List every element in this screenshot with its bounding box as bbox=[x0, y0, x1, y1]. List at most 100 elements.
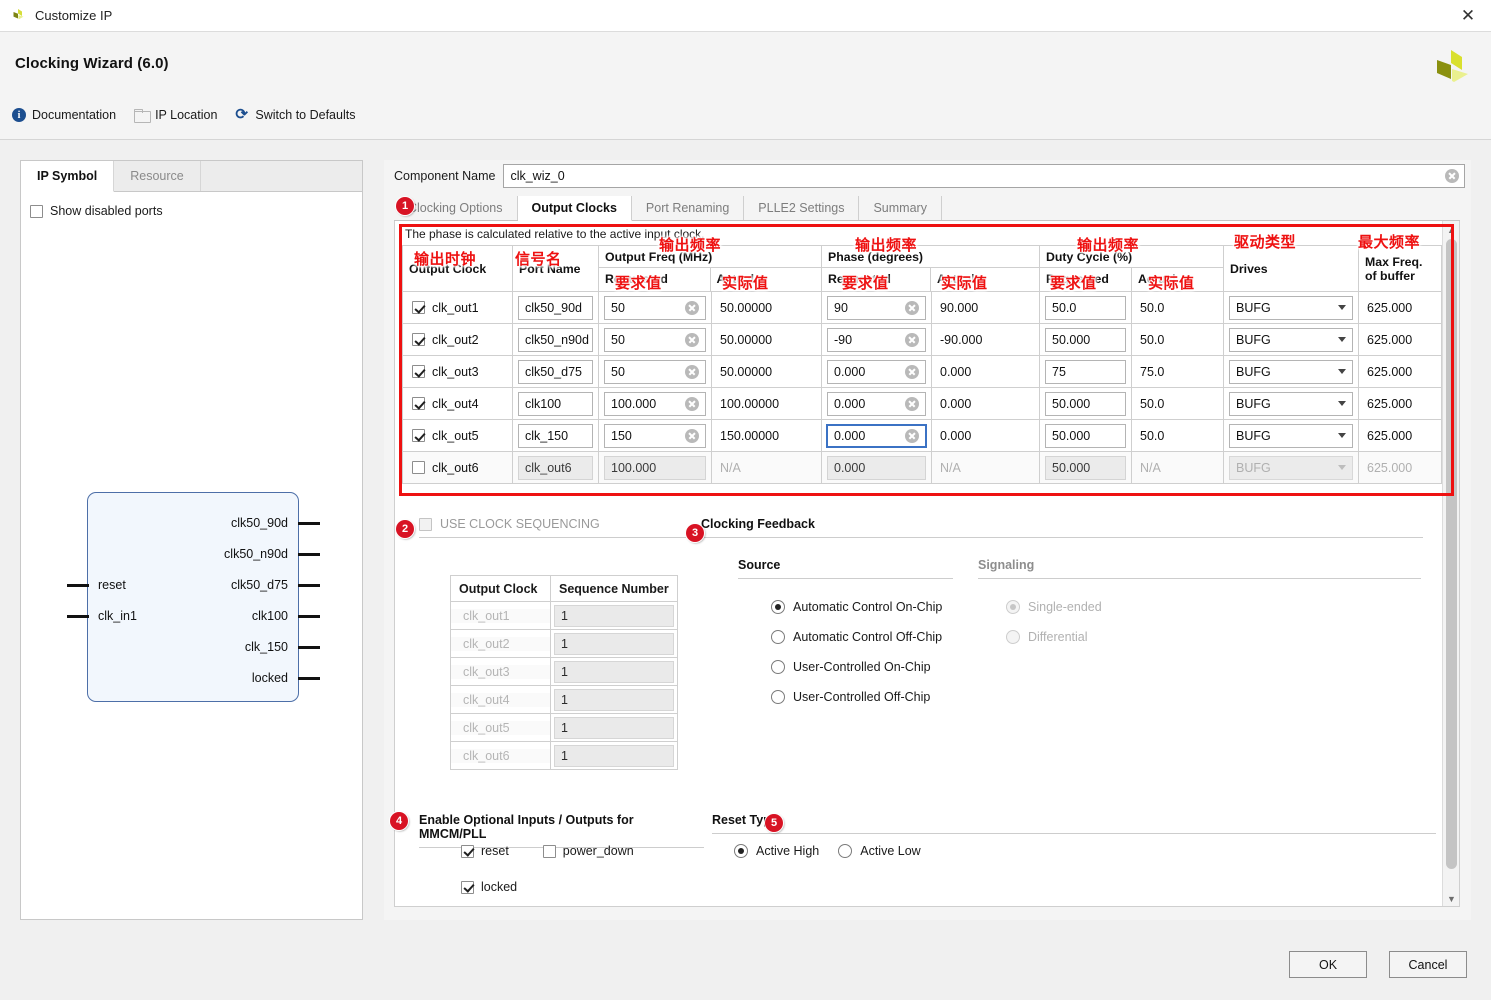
cancel-button[interactable]: Cancel bbox=[1389, 951, 1467, 978]
locked-checkbox[interactable]: locked bbox=[461, 880, 517, 894]
scroll-down-icon[interactable]: ▼ bbox=[1443, 890, 1460, 907]
port-name-input[interactable]: clk_150 bbox=[518, 424, 593, 448]
use-clock-sequencing-checkbox[interactable]: USE CLOCK SEQUENCING bbox=[419, 517, 695, 531]
phase-requested-input[interactable]: 0.000 bbox=[827, 392, 926, 416]
cell-phase-requested[interactable]: 90 bbox=[822, 292, 932, 324]
scroll-up-icon[interactable]: ▲ bbox=[1443, 221, 1460, 238]
cell-phase-requested[interactable]: 0.000 bbox=[822, 356, 932, 388]
tab-port-renaming[interactable]: Port Renaming bbox=[632, 196, 744, 220]
cell-duty-cycle-requested[interactable]: 50.000 bbox=[1040, 420, 1132, 452]
phase-requested-input[interactable]: 0.000 bbox=[827, 360, 926, 384]
show-disabled-ports-checkbox[interactable]: Show disabled ports bbox=[30, 204, 163, 218]
tab-resource[interactable]: Resource bbox=[114, 161, 201, 191]
feedback-source-option[interactable]: User-Controlled Off-Chip bbox=[771, 690, 942, 704]
port-name-input[interactable]: clk50_90d bbox=[518, 296, 593, 320]
clear-icon[interactable] bbox=[685, 333, 699, 347]
cell-output-clock[interactable]: clk_out3 bbox=[403, 356, 513, 388]
cell-output-freq-requested[interactable]: 150 bbox=[599, 420, 712, 452]
cell-duty-cycle-requested[interactable]: 50.000 bbox=[1040, 324, 1132, 356]
cell-port-name[interactable]: clk50_d75 bbox=[513, 356, 599, 388]
cell-output-freq-requested[interactable]: 50 bbox=[599, 356, 712, 388]
clear-icon[interactable] bbox=[685, 365, 699, 379]
cell-drives[interactable]: BUFG bbox=[1224, 292, 1359, 324]
output-freq-requested-input[interactable]: 50 bbox=[604, 328, 706, 352]
documentation-button[interactable]: i Documentation bbox=[12, 108, 116, 122]
tab-summary[interactable]: Summary bbox=[859, 196, 941, 220]
drives-select[interactable]: BUFG bbox=[1229, 296, 1353, 320]
cell-output-clock[interactable]: clk_out1 bbox=[403, 292, 513, 324]
feedback-source-option[interactable]: User-Controlled On-Chip bbox=[771, 660, 942, 674]
cell-port-name[interactable]: clk50_n90d bbox=[513, 324, 599, 356]
output-freq-requested-input[interactable]: 100.000 bbox=[604, 392, 706, 416]
output-freq-requested-input[interactable]: 50 bbox=[604, 296, 706, 320]
tab-output-clocks[interactable]: Output Clocks bbox=[518, 196, 632, 221]
reset-active-low-radio[interactable]: Active Low bbox=[838, 844, 920, 858]
cell-duty-cycle-requested[interactable]: 50.000 bbox=[1040, 388, 1132, 420]
clock-enable-checkbox[interactable]: clk_out6 bbox=[403, 461, 512, 475]
component-name-input[interactable]: clk_wiz_0 bbox=[503, 164, 1465, 188]
cell-drives[interactable]: BUFG bbox=[1224, 324, 1359, 356]
cell-port-name[interactable]: clk100 bbox=[513, 388, 599, 420]
duty-cycle-requested-input[interactable]: 50.000 bbox=[1045, 392, 1126, 416]
cell-output-clock[interactable]: clk_out6 bbox=[403, 452, 513, 484]
duty-cycle-requested-input[interactable]: 75 bbox=[1045, 360, 1126, 384]
clock-enable-checkbox[interactable]: clk_out2 bbox=[403, 333, 512, 347]
ip-location-button[interactable]: IP Location bbox=[134, 108, 217, 122]
feedback-source-option[interactable]: Automatic Control On-Chip bbox=[771, 600, 942, 614]
clear-icon[interactable] bbox=[905, 365, 919, 379]
close-icon[interactable]: ✕ bbox=[1445, 0, 1491, 31]
tab-plle2-settings[interactable]: PLLE2 Settings bbox=[744, 196, 859, 220]
cell-phase-requested[interactable]: -90 bbox=[822, 324, 932, 356]
phase-requested-input[interactable]: 90 bbox=[827, 296, 926, 320]
clear-icon[interactable] bbox=[905, 301, 919, 315]
cell-port-name[interactable]: clk50_90d bbox=[513, 292, 599, 324]
cell-duty-cycle-requested[interactable]: 50.0 bbox=[1040, 292, 1132, 324]
clock-enable-checkbox[interactable]: clk_out4 bbox=[403, 397, 512, 411]
clock-enable-checkbox[interactable]: clk_out5 bbox=[403, 429, 512, 443]
panel-scrollbar[interactable]: ▲ ▼ bbox=[1442, 221, 1459, 907]
power-down-checkbox[interactable]: power_down bbox=[543, 844, 634, 858]
cell-port-name[interactable]: clk_150 bbox=[513, 420, 599, 452]
duty-cycle-requested-input[interactable]: 50.000 bbox=[1045, 424, 1126, 448]
cell-output-freq-requested[interactable]: 100.000 bbox=[599, 388, 712, 420]
port-name-input[interactable]: clk100 bbox=[518, 392, 593, 416]
reset-checkbox[interactable]: reset bbox=[461, 844, 509, 858]
cell-duty-cycle-requested[interactable]: 75 bbox=[1040, 356, 1132, 388]
drives-select[interactable]: BUFG bbox=[1229, 360, 1353, 384]
cell-phase-requested[interactable]: 0.000 bbox=[822, 420, 932, 452]
cell-drives[interactable]: BUFG bbox=[1224, 388, 1359, 420]
cell-output-freq-requested[interactable]: 50 bbox=[599, 292, 712, 324]
feedback-source-option[interactable]: Automatic Control Off-Chip bbox=[771, 630, 942, 644]
scrollbar-thumb[interactable] bbox=[1446, 239, 1457, 869]
output-freq-requested-input[interactable]: 150 bbox=[604, 424, 706, 448]
cell-output-freq-requested[interactable]: 50 bbox=[599, 324, 712, 356]
cell-output-clock[interactable]: clk_out4 bbox=[403, 388, 513, 420]
ok-button[interactable]: OK bbox=[1289, 951, 1367, 978]
phase-requested-input[interactable]: 0.000 bbox=[826, 424, 927, 448]
port-name-input[interactable]: clk50_d75 bbox=[518, 360, 593, 384]
clear-icon[interactable] bbox=[905, 333, 919, 347]
cell-drives[interactable]: BUFG bbox=[1224, 356, 1359, 388]
clear-icon[interactable] bbox=[685, 429, 699, 443]
cell-output-clock[interactable]: clk_out5 bbox=[403, 420, 513, 452]
cell-drives[interactable]: BUFG bbox=[1224, 420, 1359, 452]
phase-requested-input[interactable]: -90 bbox=[827, 328, 926, 352]
clock-enable-checkbox[interactable]: clk_out3 bbox=[403, 365, 512, 379]
output-freq-requested-input[interactable]: 50 bbox=[604, 360, 706, 384]
drives-select[interactable]: BUFG bbox=[1229, 328, 1353, 352]
clear-icon[interactable] bbox=[905, 429, 919, 443]
clear-icon[interactable] bbox=[1445, 169, 1459, 183]
cell-output-clock[interactable]: clk_out2 bbox=[403, 324, 513, 356]
duty-cycle-requested-input[interactable]: 50.0 bbox=[1045, 296, 1126, 320]
reset-active-high-radio[interactable]: Active High bbox=[734, 844, 819, 858]
drives-select[interactable]: BUFG bbox=[1229, 424, 1353, 448]
clear-icon[interactable] bbox=[685, 397, 699, 411]
clock-enable-checkbox[interactable]: clk_out1 bbox=[403, 301, 512, 315]
duty-cycle-requested-input[interactable]: 50.000 bbox=[1045, 328, 1126, 352]
port-name-input[interactable]: clk50_n90d bbox=[518, 328, 593, 352]
drives-select[interactable]: BUFG bbox=[1229, 392, 1353, 416]
tab-ip-symbol[interactable]: IP Symbol bbox=[21, 161, 114, 192]
switch-to-defaults-button[interactable]: ⟳ Switch to Defaults bbox=[235, 108, 355, 122]
clear-icon[interactable] bbox=[685, 301, 699, 315]
clear-icon[interactable] bbox=[905, 397, 919, 411]
